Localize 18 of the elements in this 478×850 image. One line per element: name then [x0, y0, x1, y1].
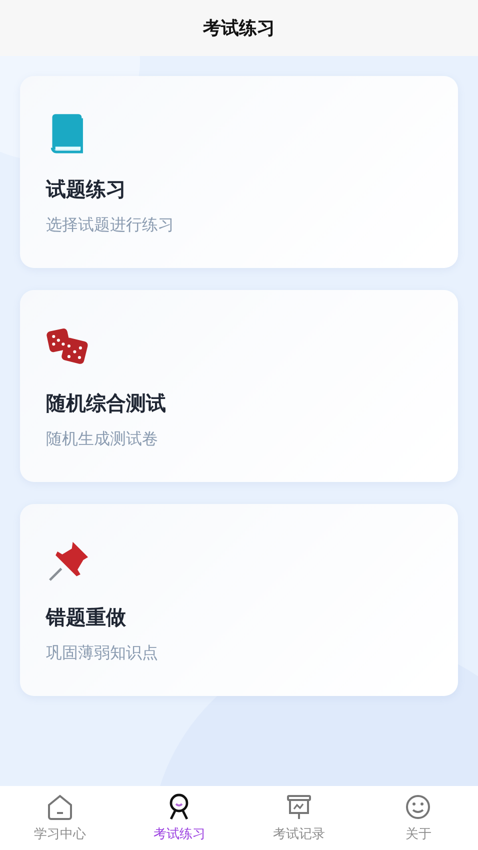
card-subtitle: 选择试题进行练习 — [46, 215, 174, 236]
menu-card[interactable]: 试题练习 选择试题进行练习 — [20, 76, 458, 268]
tab-item[interactable]: 学习中心 — [0, 786, 120, 850]
tab-item[interactable]: 考试练习 — [120, 786, 239, 850]
smiley-icon — [404, 793, 432, 821]
page-title: 考试练习 — [203, 17, 275, 40]
menu-card[interactable]: 错题重做 巩固薄弱知识点 — [20, 504, 458, 696]
tab-item[interactable]: 考试记录 — [239, 786, 358, 850]
presentation-board-icon — [284, 793, 313, 821]
home-icon — [46, 793, 74, 821]
card-subtitle: 巩固薄弱知识点 — [46, 643, 158, 664]
tab-item[interactable]: 关于 — [358, 786, 478, 850]
card-title: 随机综合测试 — [46, 390, 166, 417]
card-title: 试题练习 — [46, 176, 126, 203]
pushpin-icon — [46, 540, 90, 582]
card-subtitle: 随机生成测试卷 — [46, 429, 158, 450]
card-title: 错题重做 — [46, 604, 126, 631]
menu-card[interactable]: 随机综合测试 随机生成测试卷 — [20, 290, 458, 482]
